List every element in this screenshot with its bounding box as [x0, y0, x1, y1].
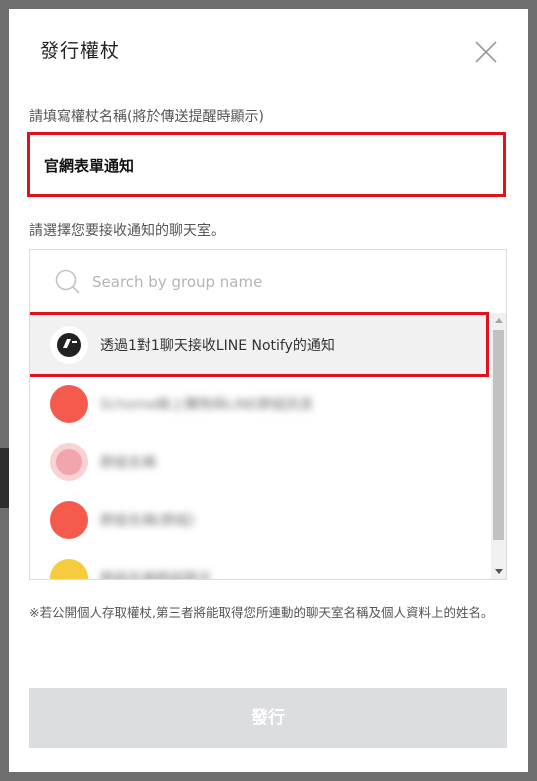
avatar [50, 385, 88, 423]
chat-room-list: Search by group name 透過1對1聊天接收LINE Notif… [29, 249, 507, 580]
token-name-field[interactable]: 官網表單通知 [27, 132, 506, 197]
line-notify-logo-icon [50, 326, 88, 364]
chat-select-label: 請選擇您要接收通知的聊天室。 [29, 223, 225, 239]
chat-room-item[interactable]: 群組名稱 [30, 432, 490, 490]
avatar [50, 443, 88, 481]
chat-room-name: 群組名稱 [100, 455, 156, 471]
scrollbar-thumb[interactable] [493, 330, 504, 540]
chat-room-item[interactable]: 群組名稱群組聊天 [30, 548, 490, 580]
chat-room-item[interactable]: Schome線上購物與LINE群組訊息 [30, 374, 490, 432]
token-name-value[interactable]: 官網表單通知 [44, 155, 134, 176]
avatar [50, 559, 88, 579]
group-search[interactable]: Search by group name [30, 250, 506, 312]
issue-button[interactable]: 發行 [29, 688, 507, 748]
avatar [50, 501, 88, 539]
dialog-title: 發行權杖 [40, 40, 121, 62]
close-icon[interactable] [473, 39, 499, 65]
chat-room-item[interactable]: 群組名稱(群組) [30, 490, 490, 548]
token-name-label: 請填寫權杖名稱(將於傳送提醒時顯示) [29, 109, 264, 125]
chat-room-name: 透過1對1聊天接收LINE Notify的通知 [100, 338, 335, 354]
chat-room-name: 群組名稱(群組) [100, 513, 195, 529]
search-input[interactable]: Search by group name [92, 273, 262, 291]
chat-room-item[interactable]: 透過1對1聊天接收LINE Notify的通知 [30, 315, 490, 373]
scroll-down-icon[interactable] [495, 569, 503, 574]
list-scrollbar[interactable] [491, 313, 506, 579]
search-icon [55, 269, 80, 294]
issue-token-dialog: 發行權杖 請填寫權杖名稱(將於傳送提醒時顯示) 官網表單通知 請選擇您要接收通知… [9, 9, 528, 772]
scroll-up-icon[interactable] [495, 318, 503, 323]
chat-room-name: Schome線上購物與LINE群組訊息 [100, 397, 314, 413]
privacy-note: ※若公開個人存取權杖,第三者將能取得您所連動的聊天室名稱及個人資料上的姓名。 [29, 605, 494, 620]
chat-room-name: 群組名稱群組聊天 [100, 571, 212, 580]
